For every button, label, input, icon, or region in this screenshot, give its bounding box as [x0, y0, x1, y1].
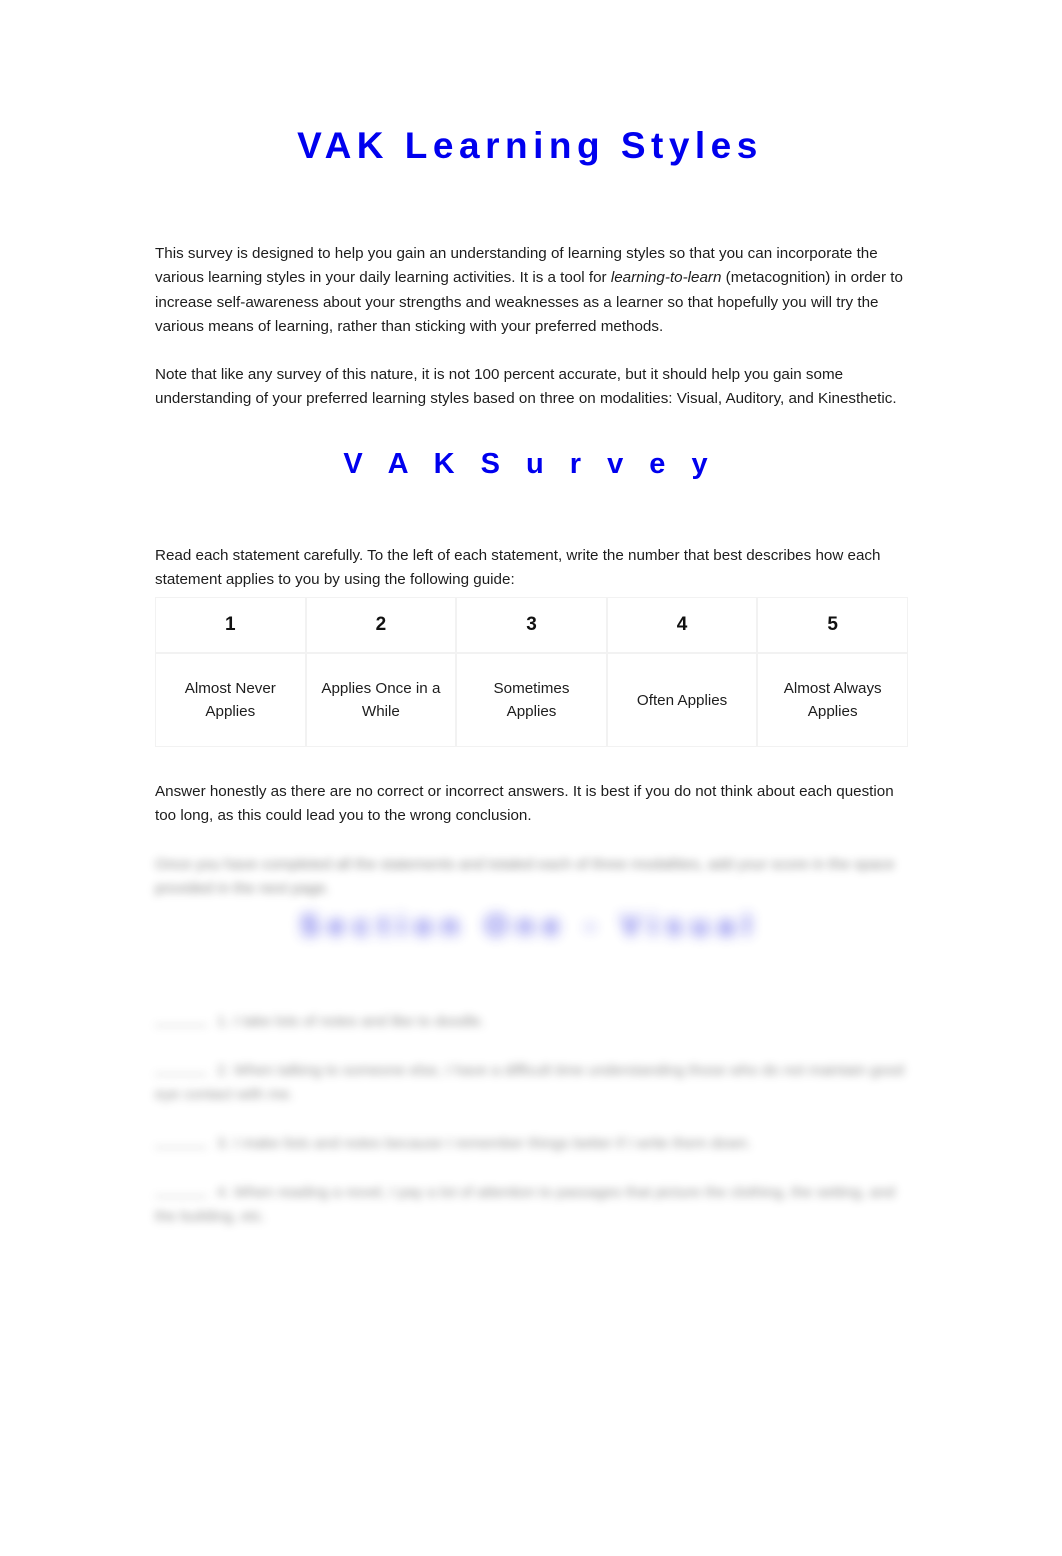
redacted-list-item: 4. When reading a novel, I pay a lot of … — [155, 1181, 910, 1229]
answer-blank-line — [155, 1196, 207, 1198]
redacted-list-item: 3. I make lists and notes because I reme… — [155, 1132, 910, 1156]
scale-number-cell-2: 2 — [305, 597, 457, 653]
answer-blank-line — [155, 1147, 207, 1149]
redacted-paragraph: Once you have completed all the statemen… — [155, 856, 895, 898]
answer-blank-line — [155, 1074, 207, 1076]
rating-scale-table: 1 2 3 4 5 Almost Never Applies Applies O… — [155, 597, 908, 747]
scale-label-cell-1: Almost Never Applies — [155, 653, 306, 747]
redacted-list-item: 2. When talking to someone else, I have … — [155, 1059, 910, 1107]
table-row-numbers: 1 2 3 4 5 — [155, 597, 908, 653]
survey-section-title: V A K S u r v e y — [343, 448, 717, 480]
redacted-item-text: 2. When talking to someone else, I have … — [155, 1062, 904, 1104]
scale-number-cell-4: 4 — [606, 597, 758, 653]
document-page: VAK Learning Styles This survey is desig… — [0, 0, 1062, 1556]
answer-instruction-paragraph: Answer honestly as there are no correct … — [155, 783, 894, 825]
intro-paragraph: This survey is designed to help you gain… — [155, 242, 905, 339]
redacted-item-text: 4. When reading a novel, I pay a lot of … — [155, 1184, 895, 1226]
scale-number-cell-1: 1 — [155, 597, 306, 653]
scale-number-cell-5: 5 — [757, 597, 908, 653]
redacted-list-item: 1. I take lots of notes and like to dood… — [155, 1010, 910, 1034]
read-instruction-paragraph: Read each statement carefully. To the le… — [155, 547, 881, 589]
page-title: VAK Learning Styles — [297, 125, 763, 166]
scale-number-cell-3: 3 — [456, 597, 607, 653]
answer-blank-line — [155, 1025, 207, 1027]
intro-italic-term: learning-to-learn — [610, 269, 722, 287]
scale-label-cell-4: Often Applies — [606, 653, 758, 747]
scale-label-cell-2: Applies Once in a While — [305, 653, 457, 747]
redacted-item-text: 3. I make lists and notes because I reme… — [217, 1135, 752, 1153]
redacted-item-text: 1. I take lots of notes and like to dood… — [217, 1013, 485, 1031]
scale-label-cell-5: Almost Always Applies — [757, 653, 908, 747]
table-row-labels: Almost Never Applies Applies Once in a W… — [155, 653, 908, 747]
note-paragraph: Note that like any survey of this nature… — [155, 366, 897, 408]
scale-label-cell-3: Sometimes Applies — [456, 653, 607, 747]
redacted-section-heading: Section One - Visual — [300, 910, 760, 942]
